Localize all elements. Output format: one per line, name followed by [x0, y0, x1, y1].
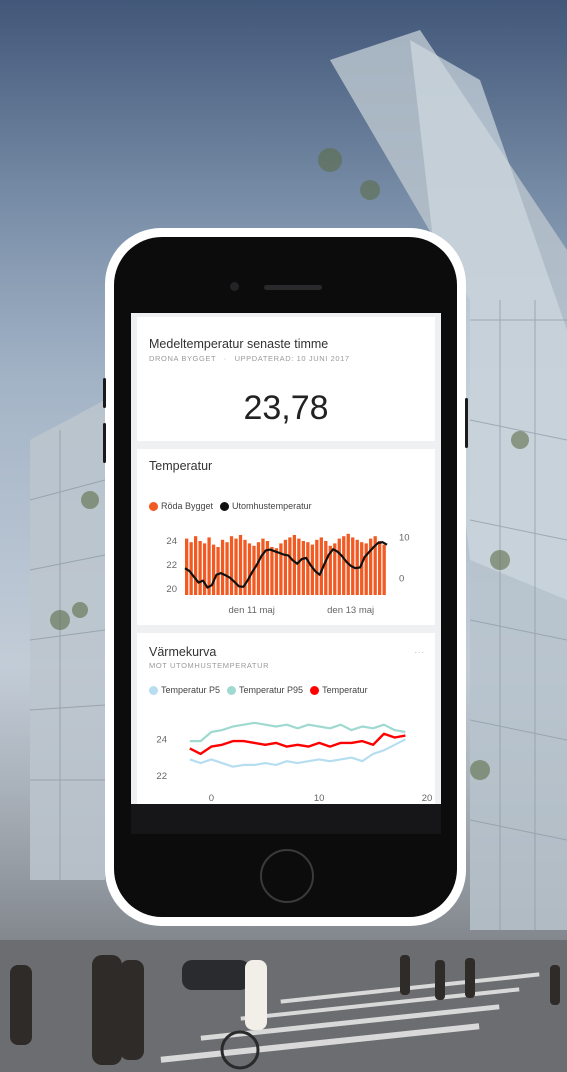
line-temperatur: [189, 732, 406, 756]
y-tick-label: 24: [156, 734, 167, 745]
bar-roda-bygget: [315, 539, 319, 595]
bar-roda-bygget: [369, 538, 373, 595]
bar-roda-bygget: [234, 538, 238, 595]
home-button[interactable]: [260, 849, 314, 903]
bar-roda-bygget: [256, 542, 261, 595]
kpi-updated: UPPDATERAD: 10 JUNI 2017: [234, 354, 350, 363]
kpi-source: DRONA BYGGET: [149, 354, 217, 363]
bar-roda-bygget: [198, 541, 202, 595]
x-tick-label: 10: [314, 793, 325, 804]
kpi-subtitle: DRONA BYGGET · UPPDATERAD: 10 JUNI 2017: [149, 354, 350, 363]
front-camera: [230, 282, 239, 291]
temperature-chart[interactable]: 24 22 20 10 0 den 11 maj den 13 maj: [137, 449, 435, 625]
bar-roda-bygget: [225, 542, 229, 595]
mute-switch[interactable]: [103, 378, 106, 408]
bar-roda-bygget: [274, 548, 279, 595]
y-left-tick-label: 20: [166, 584, 177, 595]
bar-roda-bygget: [292, 535, 297, 595]
bar-roda-bygget: [270, 547, 274, 595]
volume-up-button[interactable]: [103, 423, 106, 463]
bar-roda-bygget: [283, 539, 288, 595]
y-right-tick-label: 10: [399, 532, 410, 543]
bar-roda-bygget: [247, 543, 252, 595]
kpi-value: 23,78: [243, 389, 329, 427]
warming-curve-chart[interactable]: 24 22 0 10 20: [137, 633, 435, 804]
bar-roda-bygget: [211, 544, 216, 595]
kpi-title: Medeltemperatur senaste timme: [149, 337, 329, 351]
x-tick-label: den 13 maj: [327, 605, 374, 616]
bar-roda-bygget: [337, 538, 341, 595]
bar-roda-bygget: [364, 543, 368, 595]
x-tick-label: den 11 maj: [229, 605, 275, 616]
bar-roda-bygget: [306, 542, 310, 595]
y-right-tick-label: 0: [399, 574, 404, 585]
bar-roda-bygget: [324, 541, 328, 595]
bar-roda-bygget: [378, 541, 382, 595]
x-tick-label: 20: [422, 793, 433, 804]
temperature-card[interactable]: Temperatur Röda Bygget Utomhustemperatur…: [137, 449, 435, 625]
y-left-tick-label: 24: [166, 536, 177, 547]
bar-roda-bygget: [279, 543, 283, 595]
bar-roda-bygget: [189, 542, 193, 595]
kpi-card[interactable]: Medeltemperatur senaste timme DRONA BYGG…: [137, 317, 435, 441]
y-tick-label: 22: [156, 771, 167, 782]
bar-roda-bygget: [301, 541, 305, 595]
bar-roda-bygget: [297, 538, 301, 595]
y-left-tick-label: 22: [166, 560, 177, 571]
bar-roda-bygget: [185, 538, 189, 595]
warming-curve-card[interactable]: ... Värmekurva MOT UTOMHUSTEMPERATUR Tem…: [137, 633, 435, 804]
bar-roda-bygget: [288, 537, 292, 595]
phone-screen: Medeltemperatur senaste timme DRONA BYGG…: [131, 313, 441, 804]
kpi-separator: ·: [223, 354, 227, 363]
bar-roda-bygget: [202, 543, 207, 595]
bar-roda-bygget: [216, 547, 220, 595]
line-temperatur-p95: [189, 721, 406, 743]
bar-roda-bygget: [261, 538, 265, 595]
bar-roda-bygget: [229, 536, 234, 595]
bar-roda-bygget: [193, 536, 198, 595]
power-button[interactable]: [465, 398, 468, 448]
screen-bottom-bezel: [131, 804, 441, 834]
x-tick-label: 0: [209, 793, 214, 804]
bar-roda-bygget: [360, 542, 364, 595]
bar-roda-bygget: [220, 539, 225, 595]
earpiece-speaker: [264, 285, 322, 290]
bar-roda-bygget: [382, 544, 386, 595]
bar-roda-bygget: [342, 536, 346, 595]
